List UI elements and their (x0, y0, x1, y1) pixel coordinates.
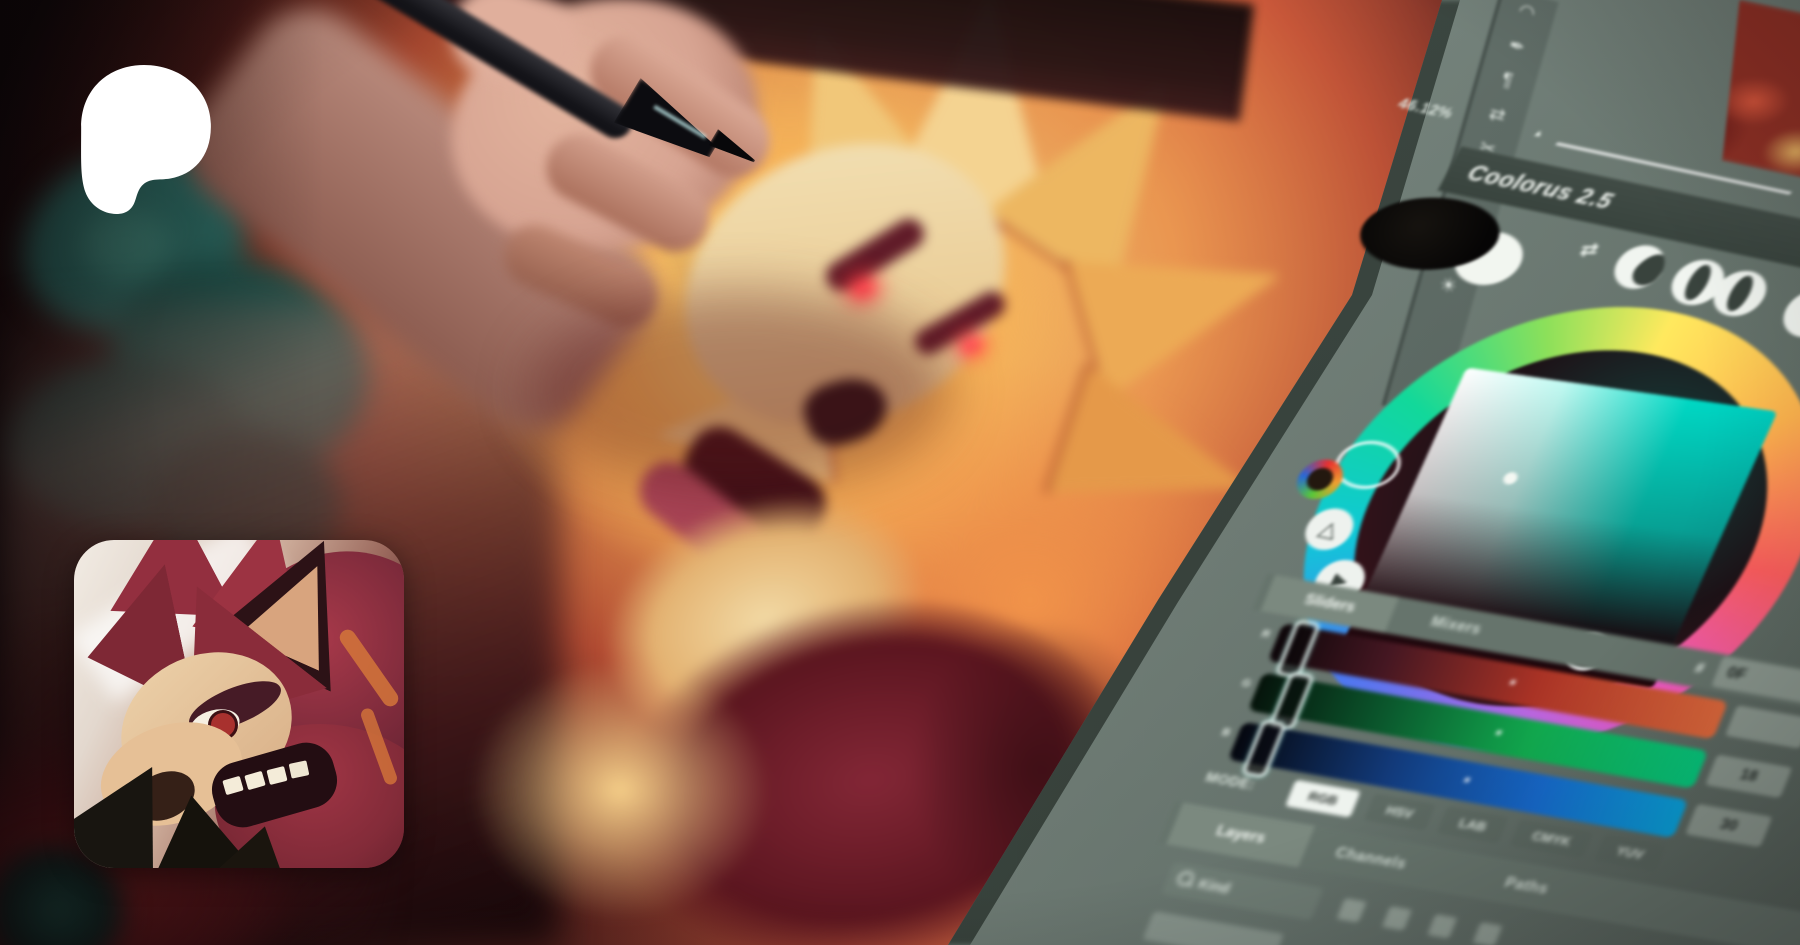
banner-photo: ◠ ✒ ¶ ⇄ ✂ ✔ ● A ☀ 46.12% ▲ ▲ Coolorus 2.… (0, 0, 1800, 945)
filter-icon-3 (1427, 914, 1457, 939)
blue-slider-tick (1464, 777, 1471, 783)
red-slider-thumb (1275, 619, 1321, 678)
green-slider-tick (1495, 730, 1502, 736)
filter-icon-2 (1382, 906, 1412, 931)
hand-shadow (530, 290, 950, 490)
avatar-vignette (74, 540, 404, 868)
magnifier-icon (1175, 870, 1196, 887)
filter-icon-4 (1472, 922, 1502, 945)
zoom-out-mountain-icon: ▲ (1531, 128, 1546, 140)
red-value-box (1725, 705, 1800, 749)
mode-cmyk: CMYK (1510, 819, 1594, 858)
mode-lab: LAB (1437, 806, 1509, 843)
blend-mode-field (1143, 911, 1284, 945)
creator-avatar[interactable] (74, 540, 404, 868)
swap-colors-icon: ⇄ (1577, 238, 1602, 262)
blue-value-box: 30 (1685, 804, 1772, 848)
patreon-logo[interactable] (80, 64, 212, 216)
channel-label-r: R (1260, 628, 1272, 641)
navigator-zoom-value: 46.12% (1395, 95, 1456, 122)
mode-yuv: YUV (1594, 834, 1666, 871)
mode-hsv: HSV (1364, 794, 1436, 831)
artist-hand (150, 0, 950, 520)
green-value-box: 18 (1705, 754, 1792, 798)
blue-slider-thumb (1241, 719, 1287, 778)
channel-label-g: G (1240, 677, 1253, 690)
filter-icon-1 (1337, 898, 1367, 923)
contrast-circle-icon (1606, 241, 1673, 293)
channel-label-b: B (1220, 726, 1232, 739)
mode-rgb: RGB (1285, 780, 1361, 818)
red-slider-tick (1509, 680, 1516, 686)
kind-filter-field: Kind (1161, 862, 1324, 921)
